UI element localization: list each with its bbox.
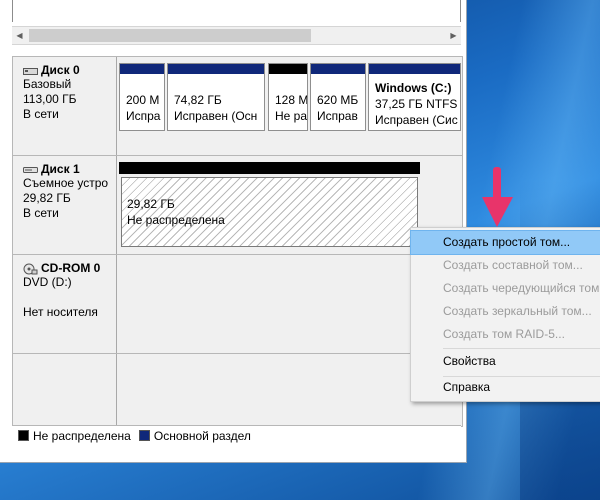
unallocated-region[interactable]: 29,82 ГБ Не распределена — [121, 177, 418, 247]
menu-new-mirrored-volume[interactable]: Создать зеркальный том... — [411, 300, 600, 323]
partition-size: 620 МБ — [317, 93, 359, 107]
disk-size: 29,82 ГБ — [23, 191, 71, 205]
horizontal-scrollbar[interactable]: ◀ ▶ — [12, 26, 461, 45]
partition-windows-c[interactable]: Windows (C:) 37,25 ГБ NTFS Исправен (Сис — [368, 63, 461, 131]
scrollbar-thumb[interactable] — [29, 29, 311, 42]
partition-size: 200 М — [126, 93, 160, 107]
partition-status: Испра — [126, 109, 161, 123]
partition-4[interactable]: 620 МБ Исправ — [310, 63, 366, 131]
disk-name: CD-ROM 0 — [41, 261, 101, 275]
disk-type: Съемное устро — [23, 176, 109, 190]
partition-status: Не ра — [275, 109, 308, 123]
unallocated-size: 29,82 ГБ — [127, 197, 175, 211]
scroll-right-icon[interactable]: ▶ — [446, 27, 461, 44]
disk-status: Нет носителя — [23, 305, 98, 319]
disk-status: В сети — [23, 206, 59, 220]
menu-properties[interactable]: Свойства — [411, 350, 600, 373]
disk-status: В сети — [23, 107, 59, 121]
menu-new-striped-volume[interactable]: Создать чередующийся том... — [411, 277, 600, 300]
partition-size: 128 М — [275, 93, 308, 107]
pointer-arrow-icon — [482, 167, 513, 227]
partition-2[interactable]: 74,82 ГБ Исправен (Осн — [167, 63, 265, 131]
partition-title: Windows (C:) — [375, 81, 452, 95]
partition-size: 74,82 ГБ — [174, 93, 222, 107]
unallocated-label: Не распределена — [127, 213, 225, 227]
partition-status: Исправ — [317, 109, 358, 123]
unallocated-swatch — [18, 430, 29, 441]
disk-type: Базовый — [23, 77, 72, 91]
cdrom-icon — [23, 263, 38, 275]
legend-primary: Основной раздел — [138, 429, 251, 443]
disk-0-label[interactable]: Диск 0 Базовый 113,00 ГБ В сети — [13, 57, 117, 155]
cdrom-0-label[interactable]: CD-ROM 0 DVD (D:) Нет носителя — [13, 255, 117, 353]
menu-help[interactable]: Справка — [411, 376, 600, 399]
partition-3[interactable]: 128 М Не ра — [268, 63, 308, 131]
disk-size: 113,00 ГБ — [23, 92, 77, 106]
legend-bar: Не распределена Основной раздел — [12, 425, 461, 445]
disk-name: Диск 0 — [41, 63, 80, 77]
disk-name: Диск 1 — [41, 162, 80, 176]
disk-1-label[interactable]: Диск 1 Съемное устро 29,82 ГБ В сети — [13, 156, 117, 254]
primary-swatch — [138, 430, 150, 441]
removable-disk-icon — [23, 164, 38, 174]
partition-1[interactable]: 200 М Испра — [119, 63, 165, 131]
partition-status: Исправен (Осн — [174, 109, 258, 123]
scroll-left-icon[interactable]: ◀ — [12, 27, 27, 44]
disk-layout-pane: Диск 0 Базовый 113,00 ГБ В сети 200 М Ис… — [12, 56, 463, 427]
unallocated-header — [119, 162, 420, 174]
context-menu: Создать простой том... Создать составной… — [410, 227, 600, 402]
menu-new-simple-volume[interactable]: Создать простой том... — [410, 230, 600, 255]
disk-type: DVD (D:) — [23, 275, 72, 289]
menu-new-spanned-volume[interactable]: Создать составной том... — [411, 254, 600, 277]
menu-new-raid5-volume[interactable]: Создать том RAID-5... — [411, 323, 600, 346]
menu-separator — [443, 348, 600, 349]
disk-management-window: ◀ ▶ Диск 0 Базовый 113,00 ГБ В сети 200 … — [0, 0, 467, 463]
legend-unallocated: Не распределена — [18, 429, 131, 443]
hard-disk-icon — [23, 65, 38, 75]
volume-list-remnant — [0, 0, 466, 22]
partition-size: 37,25 ГБ NTFS — [375, 97, 458, 111]
partition-status: Исправен (Сис — [375, 113, 458, 127]
